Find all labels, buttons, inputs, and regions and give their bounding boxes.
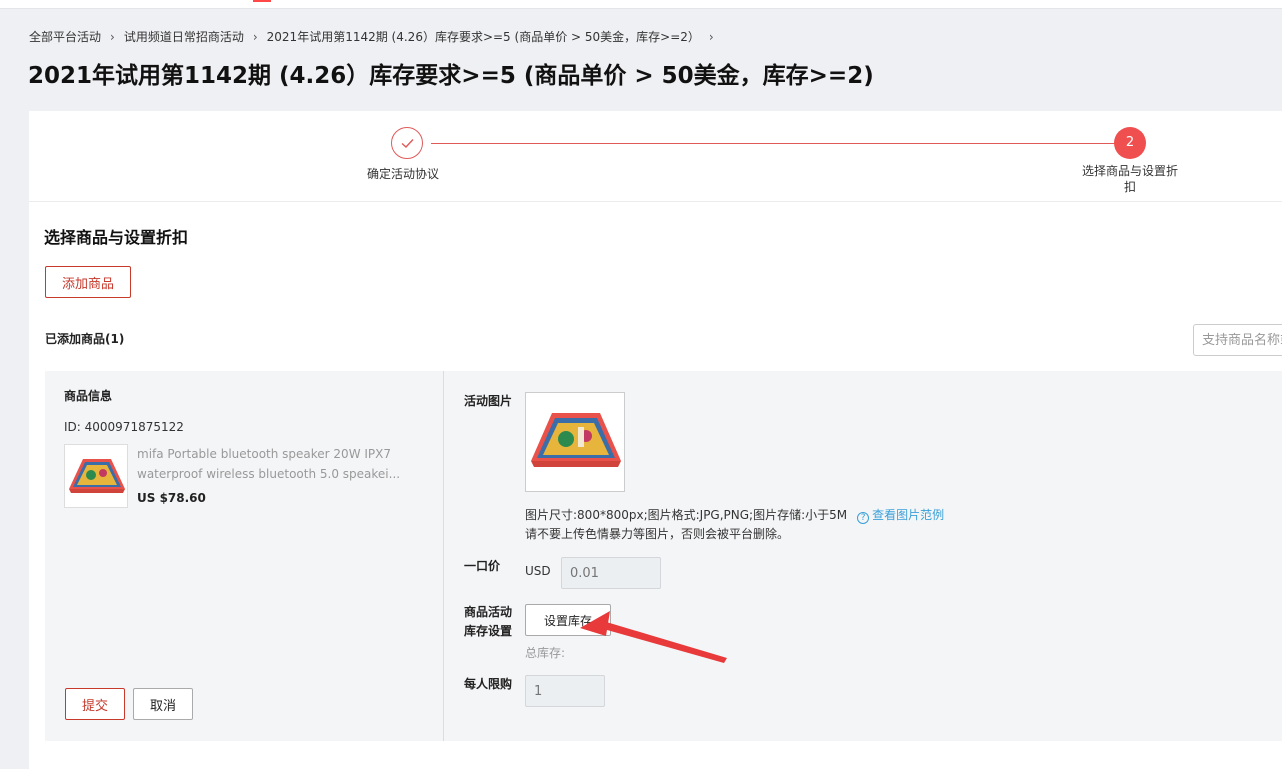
price-input[interactable]: [561, 557, 661, 589]
step-2-circle: 2: [1114, 127, 1146, 159]
main-card: 确定活动协议 2 选择商品与设置折扣 选择商品与设置折扣 添加商品 已添加商品(…: [29, 111, 1282, 769]
submit-button[interactable]: 提交: [65, 688, 125, 720]
currency-label: USD: [525, 564, 551, 578]
cancel-button[interactable]: 取消: [133, 688, 193, 720]
nav-active-indicator: [253, 0, 271, 2]
step-progress-line: [431, 143, 1115, 144]
purchase-limit-label: 每人限购: [464, 677, 513, 691]
top-nav-bar: [0, 0, 1282, 9]
image-spec-text: 图片尺寸:800*800px;图片格式:JPG,PNG;图片存储:小于5M: [525, 508, 848, 522]
product-panel: 商品信息 ID: 4000971875122 mifa Portable blu…: [45, 371, 1282, 741]
step-indicator: 确定活动协议 2 选择商品与设置折扣: [29, 111, 1282, 202]
chevron-right-icon: ›: [252, 30, 258, 44]
product-id: ID: 4000971875122: [64, 420, 184, 434]
view-image-example-text[interactable]: 查看图片范例: [872, 508, 944, 522]
step-1-circle: [391, 127, 423, 159]
breadcrumb: 全部平台活动 › 试用频道日常招商活动 › 2021年试用第1142期 (4.26）库存…: [29, 28, 723, 45]
view-image-example-link[interactable]: ? 查看图片范例: [857, 508, 944, 524]
breadcrumb-item-current: 2021年试用第1142期 (4.26）库存要求>=5 (商品单价 > 50美金…: [266, 30, 700, 44]
total-stock-text: 总库存:: [525, 646, 566, 660]
set-stock-button[interactable]: 设置库存: [525, 604, 611, 636]
breadcrumb-item-trial-channel[interactable]: 试用频道日常招商活动: [124, 28, 244, 45]
activity-image-label: 活动图片: [464, 394, 513, 408]
product-search-input[interactable]: [1193, 324, 1282, 356]
question-icon: ?: [857, 512, 870, 524]
panel-divider: [443, 371, 444, 741]
breadcrumb-item-all-activities[interactable]: 全部平台活动: [29, 28, 101, 45]
fixed-price-label: 一口价: [464, 559, 501, 573]
speaker-image: [526, 393, 624, 491]
check-icon: [401, 139, 414, 148]
chevron-right-icon: ›: [708, 30, 714, 44]
page-title: 2021年试用第1142期 (4.26）库存要求>=5 (商品单价 > 50美金…: [28, 63, 874, 89]
purchase-limit-input[interactable]: [525, 675, 605, 707]
image-warning-text: 请不要上传色情暴力等图片，否则会被平台删除。: [525, 527, 790, 541]
image-hint: 图片尺寸:800*800px;图片格式:JPG,PNG;图片存储:小于5M? 查看…: [525, 506, 944, 544]
product-info-title: 商品信息: [64, 389, 113, 403]
stock-setting-label: 商品活动库存设置: [464, 605, 513, 638]
product-name[interactable]: mifa Portable bluetooth speaker 20W IPX7…: [137, 444, 412, 484]
add-product-button[interactable]: 添加商品: [45, 266, 131, 298]
product-price: US $78.60: [137, 491, 206, 505]
step-1-label: 确定活动协议: [367, 167, 440, 181]
step-2-label: 选择商品与设置折扣: [1081, 164, 1178, 194]
added-products-title: 已添加商品(1): [45, 332, 125, 346]
chevron-right-icon: ›: [110, 30, 115, 44]
section-title: 选择商品与设置折扣: [44, 228, 189, 247]
activity-image-upload[interactable]: [525, 392, 625, 492]
product-thumbnail[interactable]: [64, 444, 128, 508]
speaker-image: [65, 445, 127, 507]
